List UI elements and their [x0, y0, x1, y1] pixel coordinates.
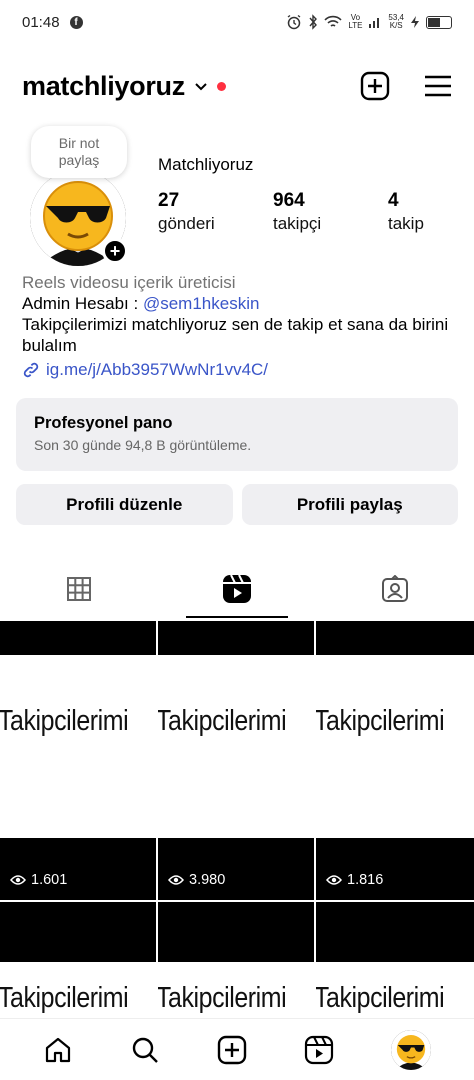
wifi-icon	[324, 15, 342, 27]
grid-icon	[67, 577, 91, 601]
status-left: 01:48 f	[22, 14, 83, 31]
stat-posts[interactable]: 27 gönderi	[158, 190, 273, 236]
professional-dashboard[interactable]: Profesyonel pano Son 30 günde 94,8 B gör…	[16, 398, 458, 471]
new-post-icon[interactable]	[217, 1035, 247, 1065]
network-type: Vo LTE	[348, 13, 363, 30]
thumbnail-bar	[0, 621, 156, 655]
profile-action-buttons: Profili düzenle Profili paylaş	[16, 484, 458, 525]
bio-link-text: ig.me/j/Abb3957WwNr1vv4C/	[46, 360, 269, 379]
bluetooth-icon	[309, 14, 318, 30]
thumbnail-text: Takipcilerimi	[0, 705, 129, 737]
thumbnail-bar	[158, 838, 314, 900]
reel-thumbnail[interactable]: Takipcilerimi	[0, 902, 156, 1022]
battery-icon	[426, 15, 452, 29]
thumbnail-text: Takipcilerimi	[316, 982, 445, 1014]
reel-thumbnail[interactable]: Takipcilerimi 1.816	[316, 621, 474, 900]
add-story-button[interactable]: +	[102, 238, 128, 264]
pro-dashboard-title: Profesyonel pano	[34, 414, 173, 432]
status-right: Vo LTE 53,4 K/S	[286, 14, 452, 30]
header-actions	[360, 71, 452, 101]
display-name: Matchliyoruz	[158, 155, 254, 174]
charging-icon	[411, 16, 419, 28]
tab-reels[interactable]	[158, 560, 316, 618]
create-icon[interactable]	[360, 71, 390, 101]
thumbnail-text: Takipcilerimi	[158, 982, 287, 1014]
eye-icon	[10, 875, 26, 885]
bio-description: Takipçilerimizi matchliyoruz sen de taki…	[22, 315, 449, 355]
profile-header: matchliyoruz	[22, 64, 452, 108]
thumbnail-bar	[316, 838, 474, 900]
profile-tabs	[0, 560, 474, 618]
view-count: 1.601	[10, 872, 67, 888]
thumbnail-bar	[158, 621, 314, 655]
alarm-icon	[287, 14, 301, 30]
bio-link[interactable]: ig.me/j/Abb3957WwNr1vv4C/	[22, 359, 462, 380]
eye-icon	[168, 875, 184, 885]
view-count: 1.816	[326, 872, 383, 888]
tab-posts-grid[interactable]	[0, 560, 158, 618]
reel-thumbnail[interactable]: Takipcilerimi	[158, 902, 314, 1022]
reels-nav-icon[interactable]	[304, 1035, 334, 1065]
menu-icon[interactable]	[424, 74, 452, 98]
note-text: Bir not paylaş	[58, 135, 100, 168]
reel-thumbnail[interactable]: Takipcilerimi	[316, 902, 474, 1022]
clock: 01:48	[22, 13, 60, 31]
search-icon[interactable]	[130, 1035, 160, 1065]
stat-value: 964	[273, 190, 305, 211]
view-count: 3.980	[168, 872, 225, 888]
stat-following[interactable]: 4 takip	[388, 190, 448, 236]
bottom-navigation	[0, 1018, 474, 1080]
stat-label: gönderi	[158, 214, 215, 233]
reels-icon	[223, 574, 251, 603]
home-icon[interactable]	[43, 1035, 73, 1065]
stat-label: takip	[388, 214, 424, 233]
thumbnail-text: Takipcilerimi	[158, 705, 287, 737]
profile-stats: 27 gönderi 964 takipçi 4 takip	[158, 190, 448, 236]
view-count-value: 1.601	[31, 872, 68, 888]
notification-dot	[216, 81, 226, 91]
profile-avatar[interactable]: +	[30, 170, 128, 266]
stat-value: 27	[158, 190, 180, 211]
network-speed: 53,4 K/S	[388, 13, 404, 30]
bio-admin-line: Admin Hesabı : @sem1hkeskin	[22, 293, 462, 314]
link-icon	[23, 362, 39, 377]
view-count-value: 1.816	[347, 872, 384, 888]
bio-mention-link[interactable]: @sem1hkeskin	[143, 294, 259, 313]
thumbnail-bar	[316, 621, 474, 655]
view-count-value: 3.980	[189, 872, 226, 888]
note-bubble[interactable]: Bir not paylaş	[31, 126, 127, 178]
status-bar: 01:48 f Vo LTE 53,4 K/S	[0, 0, 474, 44]
thumbnail-bar	[0, 838, 156, 900]
bio-category: Reels videosu içerik üreticisi	[22, 273, 236, 292]
stat-followers[interactable]: 964 takipçi	[273, 190, 388, 236]
facebook-notification-icon: f	[69, 15, 83, 29]
profile-bio: Reels videosu içerik üreticisi Admin Hes…	[22, 272, 462, 380]
thumbnail-text: Takipcilerimi	[0, 982, 129, 1014]
share-profile-button[interactable]: Profili paylaş	[241, 484, 458, 525]
pro-dashboard-subtitle: Son 30 günde 94,8 B görüntüleme.	[34, 437, 252, 453]
reel-thumbnail[interactable]: Takipcilerimi 1.601	[0, 621, 156, 900]
stat-label: takipçi	[273, 214, 322, 233]
account-switcher[interactable]: matchliyoruz	[22, 71, 226, 102]
thumbnail-bar	[0, 902, 156, 962]
reels-grid: Takipcilerimi 1.601 Takipcilerimi 3.980 …	[0, 621, 474, 1022]
tagged-icon	[382, 575, 408, 602]
signal-icon	[369, 18, 380, 28]
thumbnail-bar	[158, 902, 314, 962]
edit-profile-button[interactable]: Profili düzenle	[16, 484, 233, 525]
reel-thumbnail[interactable]: Takipcilerimi 3.980	[158, 621, 314, 900]
tab-tagged[interactable]	[316, 560, 474, 618]
thumbnail-text: Takipcilerimi	[316, 705, 445, 737]
stat-value: 4	[388, 190, 399, 211]
username: matchliyoruz	[22, 70, 185, 101]
chevron-down-icon	[195, 83, 207, 91]
bio-admin-prefix: Admin Hesabı :	[22, 294, 143, 313]
profile-nav-avatar[interactable]	[391, 1029, 432, 1070]
thumbnail-bar	[316, 902, 474, 962]
eye-icon	[326, 875, 342, 885]
